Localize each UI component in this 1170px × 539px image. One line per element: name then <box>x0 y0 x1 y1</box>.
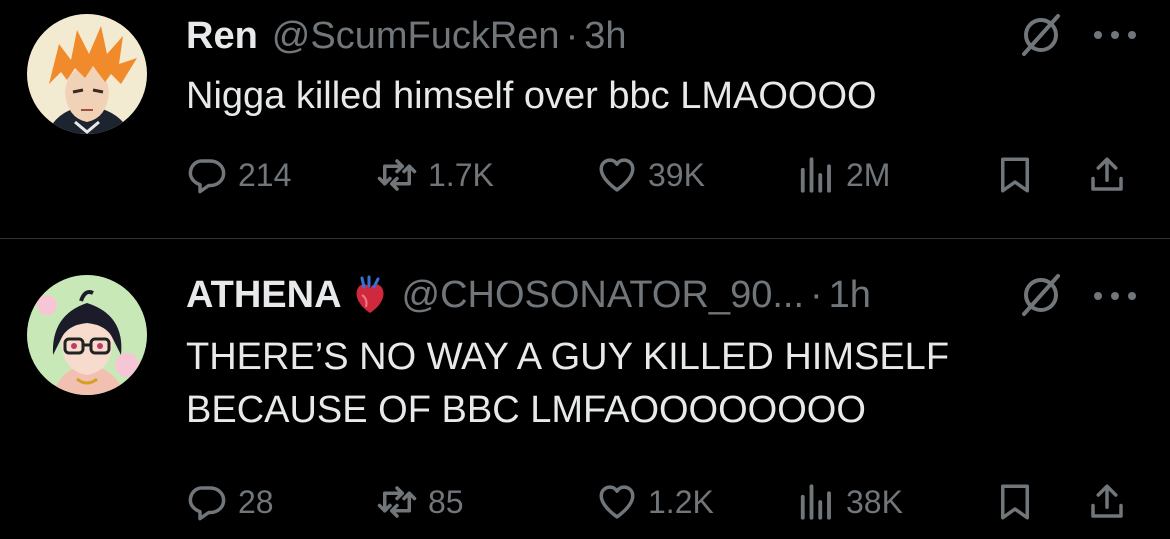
like-count: 39K <box>648 156 705 193</box>
tweet-actions: 28 85 1.2K 38K <box>186 477 1146 527</box>
anatomical-heart-emoji-icon <box>356 275 384 313</box>
share-button[interactable] <box>1086 477 1128 527</box>
tweet-header: Ren @ScumFuckRen · 3h <box>186 14 627 58</box>
tweet-text: THERE’S NO WAY A GUY KILLED HIMSELF BECA… <box>186 331 1126 437</box>
anime-orange-hair-avatar-icon <box>27 14 147 134</box>
display-name[interactable]: ATHENA <box>186 274 342 317</box>
separator-dot: · <box>565 14 579 57</box>
retweet-icon <box>377 486 417 518</box>
timestamp[interactable]: 3h <box>584 15 626 58</box>
tweet-text-line: BECAUSE OF BBC LMFAOOOOOOOO <box>186 389 866 431</box>
views-chart-icon <box>800 157 831 193</box>
reply-button[interactable]: 28 <box>186 477 274 527</box>
retweet-button[interactable]: 1.7K <box>376 150 494 200</box>
heart-icon <box>599 485 635 519</box>
heart-icon <box>599 158 635 192</box>
avatar[interactable] <box>27 14 147 134</box>
avatar[interactable] <box>27 275 147 395</box>
reply-count: 214 <box>238 156 292 193</box>
share-icon <box>1091 484 1123 518</box>
separator-dot: · <box>810 273 823 316</box>
bookmark-button[interactable] <box>994 477 1036 527</box>
retweet-icon <box>377 159 417 191</box>
bookmark-icon <box>1001 157 1029 193</box>
views-button[interactable]: 38K <box>794 477 903 527</box>
user-handle[interactable]: @ScumFuckRen <box>272 15 560 58</box>
bookmark-icon <box>1001 484 1029 520</box>
reply-count: 28 <box>238 483 274 520</box>
retweet-button[interactable]: 85 <box>376 477 464 527</box>
reply-icon <box>188 486 226 521</box>
tweet[interactable]: ATHENA @CHOSONATOR_90... · 1h THERE’S NO… <box>0 239 1170 539</box>
tweet-text-line: THERE’S NO WAY A GUY KILLED HIMSELF <box>186 336 950 378</box>
grok-icon[interactable] <box>1018 12 1064 58</box>
display-name[interactable]: Ren <box>186 15 258 58</box>
timestamp[interactable]: 1h <box>829 274 871 317</box>
tweet-actions: 214 1.7K 39K 2M <box>186 150 1146 200</box>
like-button[interactable]: 39K <box>596 150 705 200</box>
tweet-text: Nigga killed himself over bbc LMAOOOO <box>186 75 877 117</box>
tweet-header: ATHENA @CHOSONATOR_90... · 1h <box>186 273 871 317</box>
retweet-count: 85 <box>428 483 464 520</box>
view-count: 2M <box>846 156 891 193</box>
view-count: 38K <box>846 483 903 520</box>
like-count: 1.2K <box>648 483 714 520</box>
retweet-count: 1.7K <box>428 156 494 193</box>
share-icon <box>1091 157 1123 191</box>
more-options-icon[interactable] <box>1090 289 1140 303</box>
like-button[interactable]: 1.2K <box>596 477 714 527</box>
user-handle[interactable]: @CHOSONATOR_90... <box>402 274 805 317</box>
reply-icon <box>188 159 226 194</box>
more-options-icon[interactable] <box>1090 28 1140 42</box>
anime-glasses-girl-avatar-icon <box>27 275 147 395</box>
views-button[interactable]: 2M <box>794 150 890 200</box>
views-chart-icon <box>800 484 831 520</box>
tweet[interactable]: Ren @ScumFuckRen · 3h Nigga killed himse… <box>0 0 1170 238</box>
grok-icon[interactable] <box>1018 272 1064 318</box>
bookmark-button[interactable] <box>994 150 1036 200</box>
share-button[interactable] <box>1086 150 1128 200</box>
reply-button[interactable]: 214 <box>186 150 291 200</box>
